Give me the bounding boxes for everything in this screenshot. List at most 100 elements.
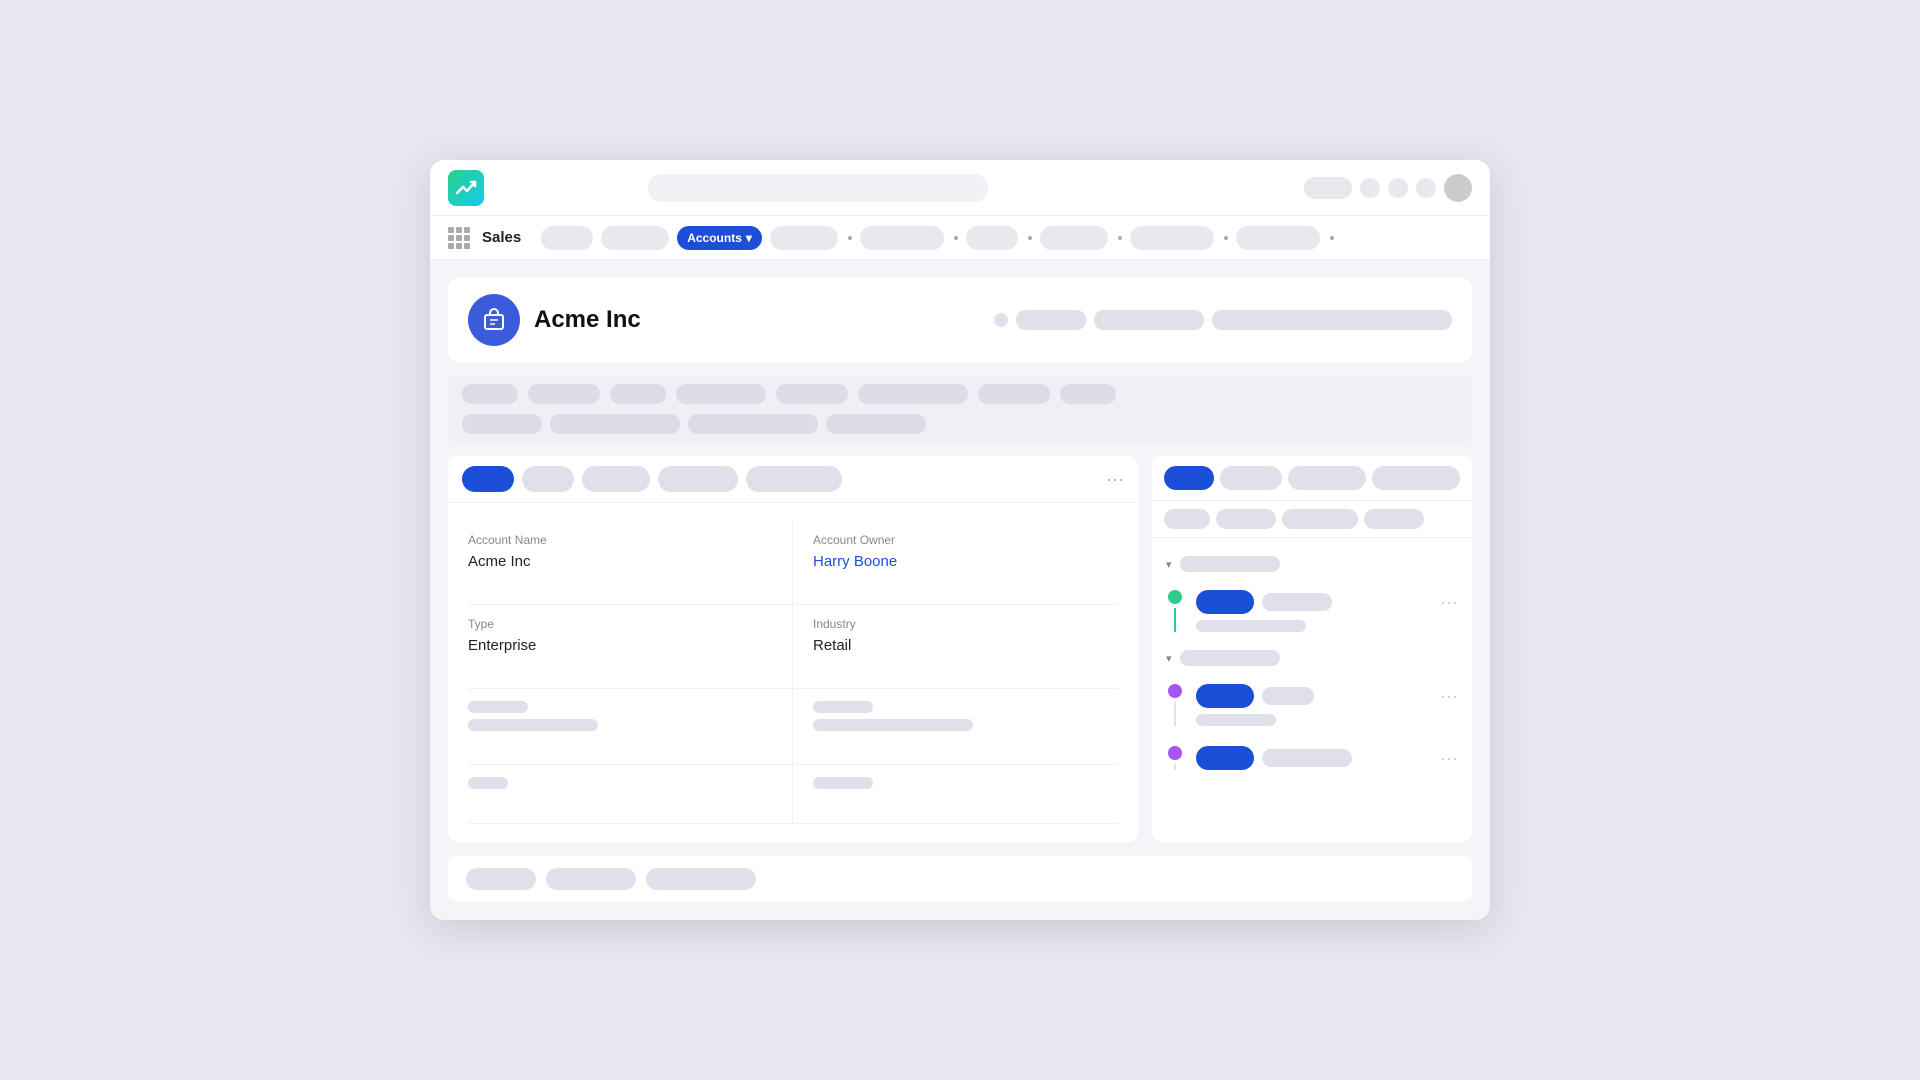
account-owner-value[interactable]: Harry Boone	[813, 553, 1104, 570]
nav-item-reports[interactable]	[1040, 226, 1108, 250]
rp-tab-more[interactable]	[1372, 466, 1460, 490]
header-action-3[interactable]	[1212, 310, 1452, 330]
account-header: Acme Inc	[448, 278, 1472, 362]
timeline-more-3[interactable]: ···	[1440, 748, 1458, 769]
ph-label-4a	[468, 777, 508, 789]
topbar-dot-2	[1388, 178, 1408, 198]
rp-tab-chatter[interactable]	[1220, 466, 1282, 490]
subtab-9[interactable]	[462, 414, 542, 434]
field-account-owner: Account Owner Harry Boone	[793, 521, 1118, 605]
subtab-7[interactable]	[978, 384, 1050, 404]
panel-more-icon[interactable]: ···	[1106, 469, 1124, 490]
nav-dot-separator-1	[848, 236, 852, 240]
header-action-1[interactable]	[1016, 310, 1086, 330]
app-grid-icon[interactable]	[448, 227, 470, 249]
header-dot-1	[994, 313, 1008, 327]
filter-calls[interactable]	[1216, 509, 1276, 529]
timeline-btn-1[interactable]	[1196, 590, 1254, 614]
timeline-content-3: ···	[1196, 746, 1458, 770]
timeline-line-2	[1174, 702, 1176, 726]
subtab-4[interactable]	[676, 384, 766, 404]
timeline-btn-2[interactable]	[1196, 684, 1254, 708]
footer-pill-1[interactable]	[466, 868, 536, 890]
footer-pill-2[interactable]	[546, 868, 636, 890]
topbar-dot-3	[1416, 178, 1436, 198]
collapse-section-2[interactable]: ▾	[1166, 642, 1458, 674]
panel-tab-related[interactable]	[658, 466, 738, 492]
nav-dot-separator-3	[1028, 236, 1032, 240]
field-type: Type Enterprise	[468, 605, 793, 689]
panel-tab-details[interactable]	[462, 466, 514, 492]
collapse-section-1[interactable]: ▾	[1166, 548, 1458, 580]
header-actions	[994, 310, 1452, 330]
subtab-1[interactable]	[462, 384, 518, 404]
topbar-controls	[1304, 174, 1472, 202]
subtab-3[interactable]	[610, 384, 666, 404]
panel-tab-activity[interactable]	[522, 466, 574, 492]
nav-item-more[interactable]	[1236, 226, 1320, 250]
subtab-2[interactable]	[528, 384, 600, 404]
timeline-track-1	[1166, 590, 1184, 632]
chevron-down-icon-1: ▾	[1166, 558, 1172, 571]
nav-dot-separator-6	[1330, 236, 1334, 240]
panel-tab-news[interactable]	[746, 466, 842, 492]
subtab-12[interactable]	[826, 414, 926, 434]
section-1-label	[1180, 556, 1280, 572]
search-bar[interactable]	[648, 174, 988, 202]
subtab-6[interactable]	[858, 384, 968, 404]
topbar-dot-1	[1360, 178, 1380, 198]
timeline-pill-1a	[1262, 593, 1332, 611]
type-value: Enterprise	[468, 637, 772, 654]
nav-item-contacts[interactable]	[770, 226, 838, 250]
content-area: Acme Inc	[430, 260, 1490, 920]
field-placeholder-4b	[793, 765, 1118, 824]
nav-item-home[interactable]	[541, 226, 593, 250]
timeline-more-1[interactable]: ···	[1440, 592, 1458, 613]
tc-row-3-main: ···	[1196, 746, 1458, 770]
subtab-8[interactable]	[1060, 384, 1116, 404]
timeline-line-1	[1174, 608, 1176, 632]
timeline-item-1: ···	[1166, 580, 1458, 642]
account-owner-label: Account Owner	[813, 533, 1104, 547]
rp-tab-activity[interactable]	[1164, 466, 1214, 490]
filter-all[interactable]	[1164, 509, 1210, 529]
timeline-dot-3	[1168, 746, 1182, 760]
panel-tab-chatter[interactable]	[582, 466, 650, 492]
tc-row-2-main: ···	[1196, 684, 1458, 708]
account-icon	[468, 294, 520, 346]
industry-label: Industry	[813, 617, 1104, 631]
nav-item-leads[interactable]	[966, 226, 1018, 250]
subtab-11[interactable]	[688, 414, 818, 434]
filter-emails[interactable]	[1364, 509, 1424, 529]
subtab-5[interactable]	[776, 384, 848, 404]
timeline-item-3: ···	[1166, 736, 1458, 780]
nav-item-accounts-active[interactable]: Accounts ▾	[677, 226, 762, 250]
nav-item-opportunities[interactable]	[860, 226, 944, 250]
ph-value-3a	[468, 719, 598, 731]
footer-pill-3[interactable]	[646, 868, 756, 890]
field-placeholder-4a	[468, 765, 793, 824]
timeline-pill-3a	[1262, 749, 1352, 767]
nav-dot-separator-2	[954, 236, 958, 240]
sub-tab-row	[448, 376, 1472, 442]
rp-tab-details[interactable]	[1288, 466, 1366, 490]
nav-dot-separator-4	[1118, 236, 1122, 240]
timeline-more-2[interactable]: ···	[1440, 686, 1458, 707]
timeline-content-1: ···	[1196, 590, 1458, 632]
timeline-sub-1	[1196, 620, 1306, 632]
topbar-pill-1	[1304, 177, 1352, 199]
timeline: ▾ ···	[1152, 538, 1472, 842]
tc-row-2-sub	[1196, 714, 1458, 726]
nav-item-dashboards[interactable]	[1130, 226, 1214, 250]
subtab-10[interactable]	[550, 414, 680, 434]
user-avatar[interactable]	[1444, 174, 1472, 202]
tc-row-1-sub	[1196, 620, 1458, 632]
right-panel-tabs	[1152, 456, 1472, 501]
header-action-2[interactable]	[1094, 310, 1204, 330]
nav-dot-separator-5	[1224, 236, 1228, 240]
nav-item-chatter[interactable]	[601, 226, 669, 250]
filter-tasks[interactable]	[1282, 509, 1358, 529]
industry-value: Retail	[813, 637, 1104, 654]
timeline-btn-3[interactable]	[1196, 746, 1254, 770]
timeline-dot-1	[1168, 590, 1182, 604]
